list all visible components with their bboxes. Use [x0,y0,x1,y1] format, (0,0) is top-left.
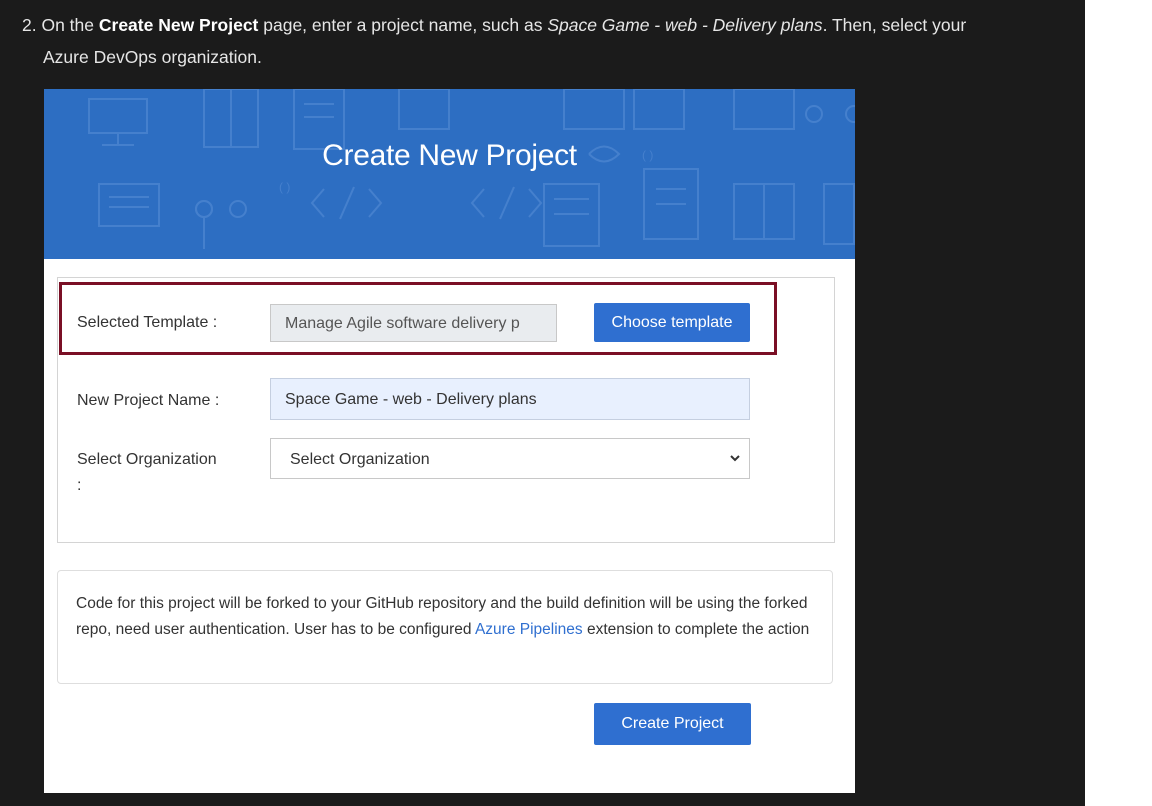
organization-label-colon: : [77,477,82,494]
documentation-panel: 2. On the Create New Project page, enter… [0,0,1085,806]
project-name-label: New Project Name : [77,392,220,409]
screenshot-image: ( ) ( ) Create New Project Selected Temp… [44,89,855,793]
organization-select-value: Select Organization [290,451,430,468]
chevron-down-icon [730,455,740,462]
step-instruction: 2. On the Create New Project page, enter… [22,15,967,67]
project-name-input[interactable]: Space Game - web - Delivery plans [270,378,750,420]
svg-text:( ): ( ) [279,180,290,194]
selected-template-field: Manage Agile software delivery p [270,304,557,342]
info-message: Code for this project will be forked to … [57,570,833,684]
step-italic-text: Space Game - web - Delivery plans [547,15,823,35]
azure-pipelines-link[interactable]: Azure Pipelines [475,621,583,638]
create-project-button[interactable]: Create Project [594,703,751,745]
step-number: 2. [22,15,37,35]
organization-select[interactable]: Select Organization [270,438,750,479]
step-bold-text: Create New Project [98,15,259,35]
organization-label: Select Organization [77,451,217,468]
banner-title: Create New Project [322,139,577,172]
choose-template-button[interactable]: Choose template [594,303,750,342]
banner-pattern-icons: ( ) ( ) [88,89,855,249]
selected-template-label: Selected Template : [77,314,218,331]
banner: ( ) ( ) Create New Project [44,89,855,259]
